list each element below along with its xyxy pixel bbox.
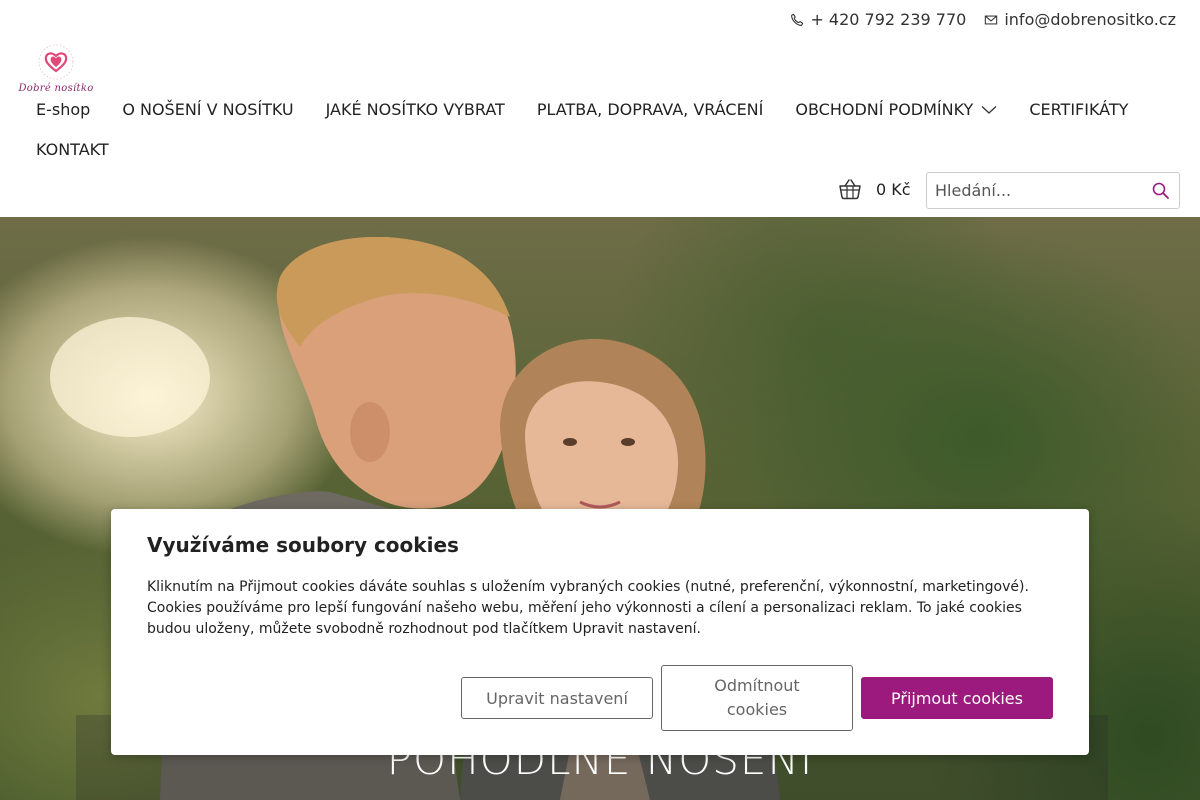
nav-item-label: O NOŠENÍ V NOSÍTKU	[122, 100, 294, 119]
nav-item-terms[interactable]: OBCHODNÍ PODMÍNKY	[779, 90, 1013, 130]
edit-settings-button[interactable]: Upravit nastavení	[461, 677, 653, 719]
search-input[interactable]	[927, 173, 1137, 208]
nav-item-label: CERTIFIKÁTY	[1029, 100, 1129, 119]
nav-item-label: JAKÉ NOSÍTKO VYBRAT	[325, 100, 505, 119]
search-box	[926, 172, 1180, 209]
email-link[interactable]: info@dobrenositko.cz	[984, 10, 1176, 29]
cookie-title: Využíváme soubory cookies	[147, 533, 459, 557]
phone-icon	[791, 13, 804, 26]
email-address: info@dobrenositko.cz	[1004, 10, 1176, 29]
nav-item-label: PLATBA, DOPRAVA, VRÁCENÍ	[536, 100, 764, 119]
nav-item-payment-shipping[interactable]: PLATBA, DOPRAVA, VRÁCENÍ	[521, 90, 780, 130]
cookie-consent-dialog: Využíváme soubory cookies Kliknutím na P…	[111, 509, 1089, 755]
nav-item-contact[interactable]: KONTAKT	[20, 130, 125, 170]
cart-button[interactable]: 0 Kč	[838, 178, 911, 200]
nav-item-eshop[interactable]: E-shop	[20, 90, 106, 130]
nav-item-label: OBCHODNÍ PODMÍNKY	[795, 100, 974, 119]
site-header: + 420 792 239 770 info@dobrenositko.cz D…	[0, 0, 1200, 217]
heart-logo-icon	[38, 44, 74, 80]
contact-bar: + 420 792 239 770 info@dobrenositko.cz	[790, 10, 1176, 29]
basket-icon	[839, 179, 861, 200]
envelope-icon	[985, 15, 998, 24]
nav-item-certificates[interactable]: CERTIFIKÁTY	[1013, 90, 1144, 130]
nav-item-label: KONTAKT	[36, 140, 109, 159]
accept-cookies-button[interactable]: Přijmout cookies	[861, 677, 1053, 719]
cookie-description: Kliknutím na Přijmout cookies dáváte sou…	[147, 579, 1029, 637]
search-icon[interactable]	[1151, 181, 1171, 201]
nav-item-label: E-shop	[36, 100, 91, 119]
phone-number: + 420 792 239 770	[810, 10, 967, 29]
nav-item-about-carrying[interactable]: O NOŠENÍ V NOSÍTKU	[106, 90, 309, 130]
site-logo[interactable]: Dobré nosítko	[12, 42, 100, 94]
phone-link[interactable]: + 420 792 239 770	[790, 10, 966, 29]
cart-total: 0 Kč	[876, 179, 911, 199]
nav-item-which-carrier[interactable]: JAKÉ NOSÍTKO VYBRAT	[310, 90, 521, 130]
reject-cookies-button[interactable]: Odmítnout cookies	[661, 665, 853, 731]
main-nav: E-shop O NOŠENÍ V NOSÍTKU JAKÉ NOSÍTKO V…	[20, 90, 1160, 170]
chevron-down-icon	[981, 106, 997, 114]
